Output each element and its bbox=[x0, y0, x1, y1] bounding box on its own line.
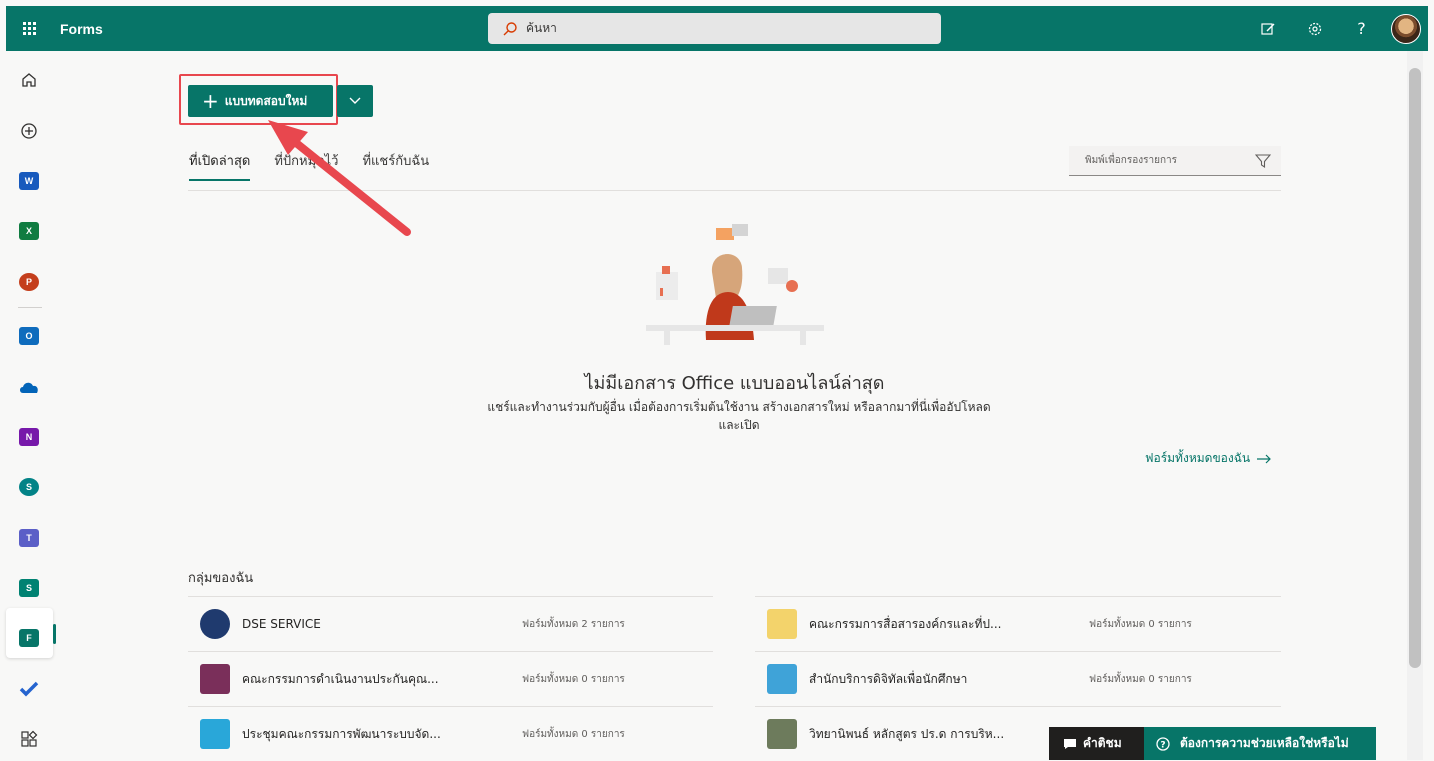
rail-onenote[interactable]: N bbox=[18, 426, 40, 448]
group-item[interactable]: ประชุมคณะกรรมการพัฒนาระบบจัด... ฟอร์มทั้… bbox=[188, 706, 713, 761]
group-thumbnail bbox=[767, 609, 797, 639]
help-banner-button[interactable]: ? ต้องการความช่วยเหลือใช่หรือไม่ bbox=[1144, 727, 1376, 760]
empty-state-description-line1: แชร์และทำงานร่วมกับผู้อื่น เมื่อต้องการเ… bbox=[487, 400, 991, 414]
feedback-button[interactable]: คำติชม bbox=[1049, 727, 1144, 760]
group-item[interactable]: สำนักบริการดิจิทัลเพื่อนักศึกษา ฟอร์มทั้… bbox=[755, 651, 1281, 706]
empty-state-description: แชร์และทำงานร่วมกับผู้อื่น เมื่อต้องการเ… bbox=[444, 398, 1034, 434]
rail-word[interactable]: W bbox=[18, 170, 40, 192]
chevron-down-icon bbox=[349, 97, 361, 104]
sway-icon: S bbox=[19, 579, 39, 597]
question-icon: ? bbox=[1357, 19, 1366, 38]
sharepoint-icon: S bbox=[19, 478, 39, 496]
filter-input[interactable]: พิมพ์เพื่อกรองรายการ bbox=[1069, 146, 1281, 176]
rail-sharepoint[interactable]: S bbox=[18, 476, 40, 498]
group-thumbnail bbox=[200, 719, 230, 749]
top-bar: Forms ค้นหา ? bbox=[6, 6, 1428, 51]
excel-icon: X bbox=[19, 222, 39, 240]
search-icon bbox=[503, 21, 517, 35]
onedrive-icon bbox=[20, 382, 38, 393]
rail-home[interactable] bbox=[18, 69, 40, 91]
feedback-label: คำติชม bbox=[1083, 736, 1122, 750]
app-name[interactable]: Forms bbox=[60, 21, 103, 37]
rail-onedrive[interactable] bbox=[18, 376, 40, 398]
search-box[interactable]: ค้นหา bbox=[488, 13, 941, 44]
rail-forms[interactable]: F bbox=[18, 627, 40, 649]
scroll-thumb[interactable] bbox=[1409, 68, 1421, 668]
avatar[interactable] bbox=[1391, 13, 1421, 44]
app-launcher-button[interactable] bbox=[6, 6, 52, 51]
group-item[interactable]: คณะกรรมการดำเนินงานประกันคุณ... ฟอร์มทั้… bbox=[188, 651, 713, 706]
group-name: DSE SERVICE bbox=[242, 617, 321, 631]
tab-pinned[interactable]: ที่ปักหมุดไว้ bbox=[274, 150, 338, 181]
plus-icon: + bbox=[202, 89, 219, 113]
filter-placeholder: พิมพ์เพื่อกรองรายการ bbox=[1085, 155, 1177, 166]
group-thumbnail bbox=[200, 664, 230, 694]
rail-divider bbox=[18, 307, 42, 308]
all-forms-label: ฟอร์มทั้งหมดของฉัน bbox=[1145, 451, 1251, 465]
filter-icon[interactable] bbox=[1255, 153, 1271, 169]
onenote-icon: N bbox=[19, 428, 39, 446]
rail-active-indicator bbox=[53, 624, 56, 644]
group-item[interactable]: คณะกรรมการสื่อสารองค์กรและที่ป... ฟอร์มท… bbox=[755, 596, 1281, 651]
new-quiz-button[interactable]: + แบบทดสอบใหม่ bbox=[188, 85, 333, 117]
plus-circle-icon bbox=[21, 123, 37, 139]
rail-powerpoint[interactable]: P bbox=[18, 271, 40, 293]
todo-icon bbox=[19, 681, 39, 697]
gear-icon bbox=[1308, 22, 1321, 35]
search-input[interactable]: ค้นหา bbox=[526, 19, 557, 38]
group-name: คณะกรรมการดำเนินงานประกันคุณ... bbox=[242, 671, 439, 686]
group-form-count: ฟอร์มทั้งหมด 0 รายการ bbox=[1089, 618, 1192, 630]
tab-bar: ที่เปิดล่าสุด ที่ปักหมุดไว้ ที่แชร์กับฉั… bbox=[189, 150, 453, 181]
word-icon: W bbox=[19, 172, 39, 190]
empty-state-illustration bbox=[646, 224, 824, 345]
forms-icon: F bbox=[19, 629, 39, 647]
rail-outlook[interactable]: O bbox=[18, 325, 40, 347]
group-name: วิทยานิพนธ์ หลักสูตร ปร.ด การบริห... bbox=[809, 726, 1005, 741]
empty-state-description-line2: และเปิด bbox=[718, 418, 760, 432]
home-icon bbox=[22, 73, 36, 87]
group-thumbnail bbox=[200, 609, 230, 639]
group-thumbnail bbox=[767, 664, 797, 694]
group-name: ประชุมคณะกรรมการพัฒนาระบบจัด... bbox=[242, 726, 441, 741]
pen-icon bbox=[1260, 22, 1274, 35]
group-form-count: ฟอร์มทั้งหมด 0 รายการ bbox=[522, 673, 625, 685]
groups-title: กลุ่มของฉัน bbox=[188, 571, 254, 586]
help-label: ต้องการความช่วยเหลือใช่หรือไม่ bbox=[1180, 736, 1349, 750]
outlook-icon: O bbox=[19, 327, 39, 345]
group-name: คณะกรรมการสื่อสารองค์กรและที่ป... bbox=[809, 616, 1002, 631]
group-form-count: ฟอร์มทั้งหมด 2 รายการ bbox=[522, 618, 625, 630]
powerpoint-icon: P bbox=[19, 273, 39, 291]
new-dropdown-button[interactable] bbox=[337, 85, 373, 117]
all-forms-link[interactable]: ฟอร์มทั้งหมดของฉัน bbox=[1145, 449, 1272, 468]
rail-teams[interactable]: T bbox=[18, 527, 40, 549]
svg-text:?: ? bbox=[1160, 740, 1165, 750]
rail-excel[interactable]: X bbox=[18, 220, 40, 242]
group-form-count: ฟอร์มทั้งหมด 0 รายการ bbox=[1089, 673, 1192, 685]
help-circle-icon: ? bbox=[1156, 736, 1170, 751]
left-rail: W X P O N S T S F bbox=[6, 51, 56, 760]
rail-all-apps[interactable] bbox=[18, 728, 40, 750]
tab-shared[interactable]: ที่แชร์กับฉัน bbox=[362, 150, 429, 181]
teams-icon: T bbox=[19, 529, 39, 547]
rail-sway[interactable]: S bbox=[18, 577, 40, 599]
help-button[interactable]: ? bbox=[1338, 6, 1385, 51]
group-thumbnail bbox=[767, 719, 797, 749]
arrow-right-icon bbox=[1257, 454, 1271, 463]
waffle-icon bbox=[22, 22, 36, 35]
rail-create[interactable] bbox=[18, 120, 40, 142]
rail-to-do[interactable] bbox=[18, 678, 40, 700]
chat-icon bbox=[1064, 738, 1076, 749]
group-item[interactable]: DSE SERVICE ฟอร์มทั้งหมด 2 รายการ bbox=[188, 596, 713, 651]
tab-recent[interactable]: ที่เปิดล่าสุด bbox=[189, 150, 251, 181]
new-quiz-label: แบบทดสอบใหม่ bbox=[224, 93, 308, 108]
group-form-count: ฟอร์มทั้งหมด 0 รายการ bbox=[522, 728, 625, 740]
feedback-pen-button[interactable] bbox=[1244, 6, 1291, 51]
group-name: สำนักบริการดิจิทัลเพื่อนักศึกษา bbox=[809, 671, 968, 686]
settings-button[interactable] bbox=[1291, 6, 1338, 51]
empty-state-title: ไม่มีเอกสาร Office แบบออนไลน์ล่าสุด bbox=[584, 373, 885, 394]
apps-icon bbox=[21, 730, 38, 747]
tab-divider bbox=[188, 190, 1281, 191]
